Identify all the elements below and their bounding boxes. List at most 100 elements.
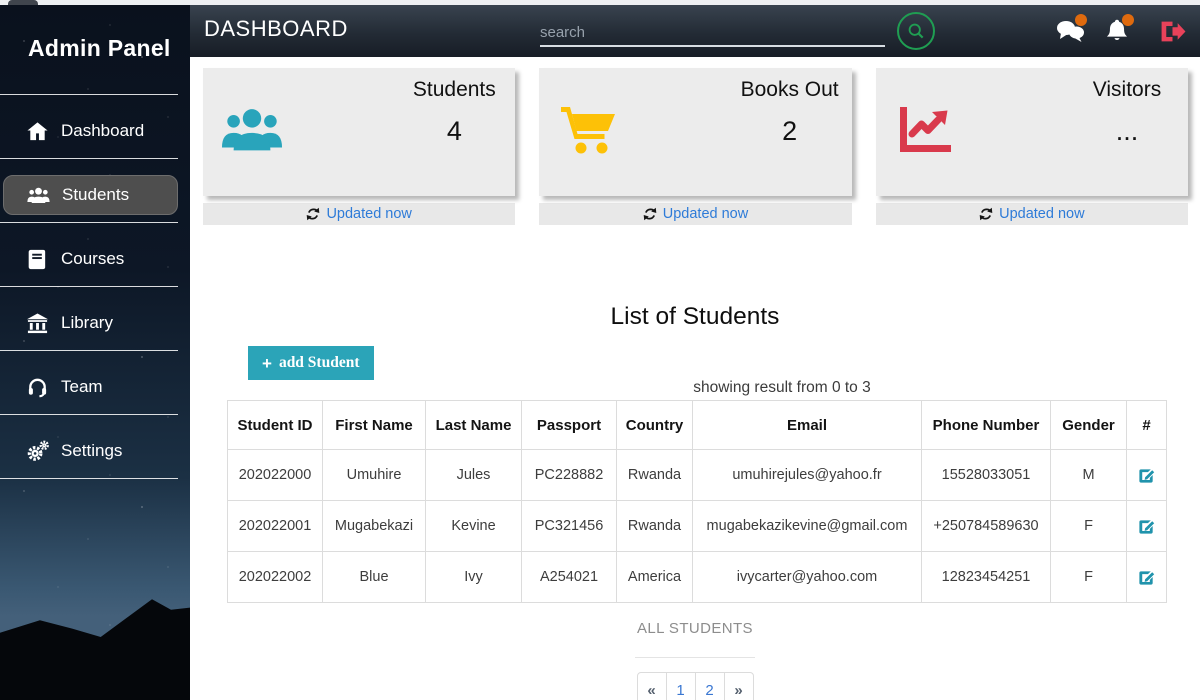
column-header: Email [693, 401, 922, 450]
card-title: Students [406, 78, 502, 102]
card-title: Books Out [741, 78, 839, 102]
plus-icon: + [262, 355, 272, 372]
add-student-button[interactable]: + add Student [248, 346, 374, 380]
column-header: Gender [1051, 401, 1127, 450]
table-cell: 202022001 [228, 501, 323, 552]
sidebar-item-settings[interactable]: Settings [0, 431, 178, 471]
stat-card-students: Students 4 Updated now [203, 68, 515, 225]
logout-icon [1159, 19, 1186, 44]
card-updated-link[interactable]: Updated now [876, 203, 1188, 225]
sidebar-item-courses[interactable]: Courses [0, 239, 178, 279]
card-body: Visitors... [876, 68, 1188, 196]
edit-icon [1137, 569, 1156, 585]
sidebar-item-dashboard[interactable]: Dashboard [0, 111, 178, 151]
users-icon [221, 104, 283, 156]
notifications-button[interactable] [1102, 18, 1132, 44]
table-cell: F [1051, 552, 1127, 603]
card-updated-link[interactable]: Updated now [539, 203, 851, 225]
page-button-1[interactable]: 1 [666, 672, 696, 700]
home-icon [26, 120, 49, 143]
sidebar-divider [0, 478, 178, 479]
table-cell: Kevine [426, 501, 522, 552]
refresh-icon [643, 207, 657, 221]
card-body: Books Out 2 [539, 68, 851, 196]
showing-result-text: showing result from 0 to 3 [277, 379, 1200, 397]
stat-card-visitors: Visitors... Updated now [876, 68, 1188, 225]
search-button[interactable] [897, 12, 935, 50]
sidebar-item-library[interactable]: Library [0, 303, 178, 343]
sidebar: Admin Panel Dashboard Students Courses Libr… [0, 5, 190, 700]
card-updated-link[interactable]: Updated now [203, 203, 515, 225]
sidebar-divider [0, 158, 178, 159]
updated-label: Updated now [999, 206, 1084, 222]
page-button-2[interactable]: 2 [695, 672, 725, 700]
edit-row-button[interactable] [1127, 450, 1167, 501]
sidebar-item-team[interactable]: Team [0, 367, 178, 407]
table-cell: A254021 [522, 552, 617, 603]
sidebar-item-students[interactable]: Students [3, 175, 178, 215]
logout-button[interactable] [1159, 19, 1186, 43]
table-cell: Mugabekazi [323, 501, 426, 552]
card-body: Students 4 [203, 68, 515, 196]
table-cell: America [617, 552, 693, 603]
column-header: Country [617, 401, 693, 450]
table-cell: PC228882 [522, 450, 617, 501]
table-cell: F [1051, 501, 1127, 552]
edit-row-button[interactable] [1127, 501, 1167, 552]
page-title: DASHBOARD [204, 16, 348, 42]
users-icon [27, 184, 50, 207]
table-cell: +250784589630 [922, 501, 1051, 552]
messages-button[interactable] [1055, 18, 1085, 44]
sidebar-divider [0, 350, 178, 351]
edit-icon [1137, 467, 1156, 483]
notification-badge [1122, 14, 1134, 26]
students-table: Student IDFirst NameLast NamePassportCou… [227, 400, 1167, 603]
table-cell: Rwanda [617, 450, 693, 501]
refresh-icon [306, 207, 320, 221]
sidebar-item-label: Students [62, 185, 129, 205]
column-header: First Name [323, 401, 426, 450]
add-student-label: add Student [279, 354, 360, 372]
sidebar-item-label: Team [61, 377, 103, 397]
table-cell: mugabekazikevine@gmail.com [693, 501, 922, 552]
bank-icon [26, 312, 49, 335]
page-next-button[interactable]: » [724, 672, 754, 700]
page-prev-button[interactable]: « [637, 672, 667, 700]
card-value: ... [1079, 116, 1175, 147]
updated-label: Updated now [326, 206, 411, 222]
sidebar-item-label: Library [61, 313, 113, 333]
search-input[interactable] [540, 19, 885, 47]
notification-badge [1075, 14, 1087, 26]
chart-icon [894, 104, 956, 156]
table-cell: 202022002 [228, 552, 323, 603]
stat-cards-row: Students 4 Updated now Books Out 2 Updated no… [203, 68, 1188, 225]
book-icon [26, 248, 49, 271]
column-header: # [1127, 401, 1167, 450]
stat-card-books-out: Books Out 2 Updated now [539, 68, 851, 225]
sidebar-divider [0, 222, 178, 223]
app-title: Admin Panel [28, 35, 190, 62]
table-cell: umuhirejules@yahoo.fr [693, 450, 922, 501]
column-header: Student ID [228, 401, 323, 450]
list-heading: List of Students [190, 303, 1200, 331]
table-row: 202022002BlueIvyA254021Americaivycarter@… [228, 552, 1167, 603]
edit-row-button[interactable] [1127, 552, 1167, 603]
table-cell: Jules [426, 450, 522, 501]
column-header: Passport [522, 401, 617, 450]
card-text: Students 4 [406, 78, 502, 147]
search-icon [906, 21, 926, 41]
students-table-wrap: Student IDFirst NameLast NamePassportCou… [227, 400, 1167, 603]
table-cell: 202022000 [228, 450, 323, 501]
card-value: 4 [406, 116, 502, 147]
updated-label: Updated now [663, 206, 748, 222]
card-text: Visitors... [1079, 78, 1175, 147]
card-text: Books Out 2 [741, 78, 839, 147]
column-header: Phone Number [922, 401, 1051, 450]
browser-tab-stub [8, 0, 38, 5]
pagination: «12» [190, 672, 1200, 700]
sidebar-item-label: Courses [61, 249, 124, 269]
table-cell: ivycarter@yahoo.com [693, 552, 922, 603]
card-value: 2 [741, 116, 839, 147]
topbar: DASHBOARD [190, 5, 1200, 57]
table-row: 202022000UmuhireJulesPC228882Rwandaumuhi… [228, 450, 1167, 501]
